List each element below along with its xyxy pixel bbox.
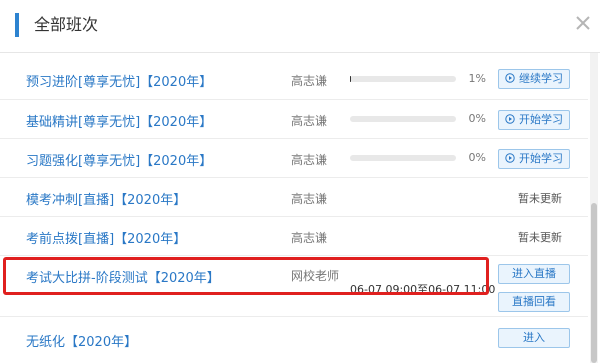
button-label: 进入直播 (512, 267, 556, 280)
course-name-link[interactable]: 预习进阶[尊享无忧]【2020年】 (26, 71, 212, 90)
teacher-name: 高志谦 (291, 114, 328, 128)
course-name-link[interactable]: 基础精讲[尊享无忧]【2020年】 (26, 111, 212, 130)
course-row: 基础精讲[尊享无忧]【2020年】 高志谦 0% 开始学习 (0, 100, 588, 139)
progress-bar (350, 116, 456, 122)
teacher-name: 高志谦 (291, 192, 328, 206)
course-row: 无纸化【2020年】 进入 (0, 317, 588, 363)
dialog-header: 全部班次 (0, 0, 600, 53)
play-circle-icon (505, 153, 515, 163)
start-study-button[interactable]: 开始学习 (498, 149, 570, 169)
teacher-name: 高志谦 (291, 153, 328, 167)
button-label: 进入 (523, 331, 545, 344)
continue-study-button[interactable]: 继续学习 (498, 69, 570, 89)
course-list: 预习进阶[尊享无忧]【2020年】 高志谦 1% 继续学习 基础精讲[尊享无忧]… (0, 53, 588, 363)
progress-percent: 1% (468, 72, 486, 85)
course-row: 习题强化[尊享无忧]【2020年】 高志谦 0% 开始学习 (0, 139, 588, 178)
course-row: 预习进阶[尊享无忧]【2020年】 高志谦 1% 继续学习 (0, 53, 588, 100)
progress-fill (350, 76, 352, 82)
course-dialog: 全部班次 预习进阶[尊享无忧]【2020年】 高志谦 1% 继续学习 基础精讲[… (0, 0, 600, 363)
enter-live-button[interactable]: 进入直播 (498, 264, 570, 284)
start-study-button[interactable]: 开始学习 (498, 110, 570, 130)
course-name-link[interactable]: 模考冲刺[直播]【2020年】 (26, 189, 186, 208)
enter-button[interactable]: 进入 (498, 328, 570, 348)
status-text: 暂未更新 (518, 231, 562, 244)
course-row: 考前点拨[直播]【2020年】 高志谦 暂未更新 (0, 217, 588, 256)
course-name-link[interactable]: 习题强化[尊享无忧]【2020年】 (26, 150, 212, 169)
teacher-name: 高志谦 (291, 74, 328, 88)
live-replay-button[interactable]: 直播回看 (498, 292, 570, 312)
course-name-link[interactable]: 无纸化【2020年】 (26, 331, 137, 350)
scrollbar-thumb[interactable] (591, 203, 597, 363)
highlight-box (3, 257, 489, 295)
progress-bar (350, 155, 456, 161)
play-circle-icon (505, 73, 515, 83)
button-label: 直播回看 (512, 295, 556, 308)
button-label: 开始学习 (519, 152, 563, 165)
course-row: 模考冲刺[直播]【2020年】 高志谦 暂未更新 (0, 178, 588, 217)
teacher-name: 高志谦 (291, 231, 328, 245)
dialog-title: 全部班次 (34, 15, 99, 34)
progress-percent: 0% (468, 151, 486, 164)
close-icon[interactable] (574, 14, 592, 32)
progress-bar (350, 76, 456, 82)
play-circle-icon (505, 114, 515, 124)
scrollbar-track[interactable] (590, 53, 598, 363)
progress-percent: 0% (468, 112, 486, 125)
button-label: 继续学习 (519, 72, 563, 85)
title-accent-bar (15, 13, 19, 37)
course-name-link[interactable]: 考前点拨[直播]【2020年】 (26, 228, 186, 247)
button-label: 开始学习 (519, 113, 563, 126)
status-text: 暂未更新 (518, 192, 562, 205)
